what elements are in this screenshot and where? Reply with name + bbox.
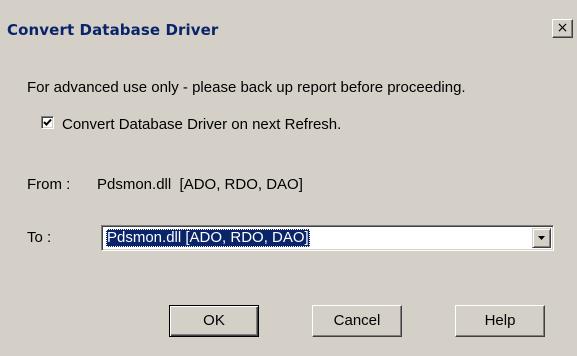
- from-value: Pdsmon.dll [ADO, RDO, DAO]: [97, 176, 303, 193]
- close-button[interactable]: ×: [552, 19, 573, 38]
- convert-on-refresh-label[interactable]: Convert Database Driver on next Refresh.: [62, 116, 341, 133]
- checkmark-icon: [43, 118, 52, 126]
- to-driver-select[interactable]: Pdsmon.dll [ADO, RDO, DAO]: [101, 225, 554, 251]
- ok-button[interactable]: OK: [169, 305, 259, 337]
- dialog-title: Convert Database Driver: [7, 21, 219, 39]
- convert-database-driver-dialog: Convert Database Driver × For advanced u…: [0, 0, 577, 356]
- cancel-button[interactable]: Cancel: [312, 305, 402, 337]
- to-label: To :: [27, 229, 52, 246]
- help-button[interactable]: Help: [455, 305, 545, 337]
- convert-on-refresh-checkbox[interactable]: [41, 116, 54, 129]
- from-label: From :: [27, 176, 71, 193]
- warning-text: For advanced use only - please back up r…: [27, 79, 466, 96]
- chevron-down-icon: [538, 236, 545, 240]
- title-bar[interactable]: Convert Database Driver ×: [0, 0, 577, 46]
- close-icon: ×: [556, 20, 569, 36]
- to-driver-dropdown-button[interactable]: [532, 228, 551, 248]
- to-driver-selected-value[interactable]: Pdsmon.dll [ADO, RDO, DAO]: [106, 229, 310, 247]
